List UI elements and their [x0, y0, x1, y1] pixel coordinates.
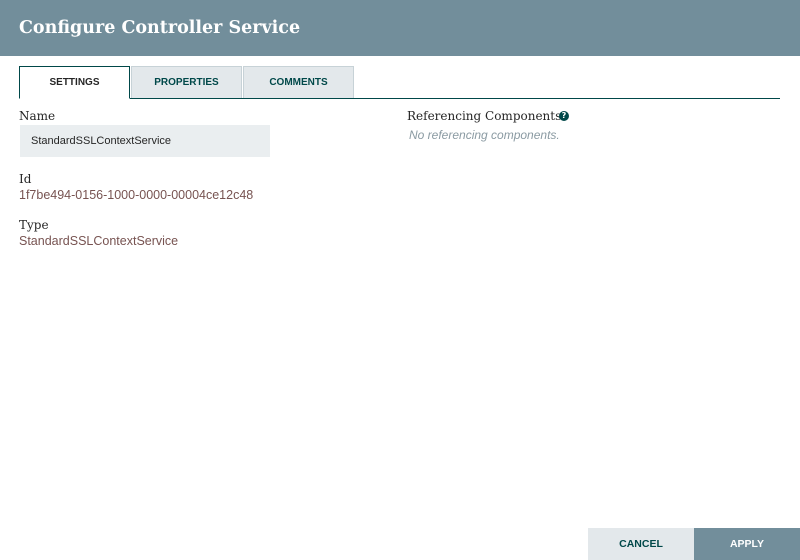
tab-settings[interactable]: SETTINGS — [19, 66, 130, 99]
id-label: Id — [19, 172, 32, 186]
name-label: Name — [19, 109, 56, 123]
dialog-header: Configure Controller Service — [0, 0, 800, 56]
name-input[interactable] — [20, 125, 270, 157]
no-referencing-components-text: No referencing components. — [409, 128, 560, 142]
apply-button[interactable]: APPLY — [694, 528, 800, 560]
cancel-button[interactable]: CANCEL — [588, 528, 694, 560]
type-value: StandardSSLContextService — [19, 234, 179, 248]
tab-comments[interactable]: COMMENTS — [243, 66, 354, 98]
tab-bar: SETTINGS PROPERTIES COMMENTS — [19, 66, 780, 99]
referencing-components-label: Referencing Components — [407, 109, 562, 123]
dialog-title: Configure Controller Service — [19, 18, 301, 38]
tab-underline — [19, 98, 780, 99]
id-value: 1f7be494-0156-1000-0000-00004ce12c48 — [19, 188, 254, 202]
tab-properties[interactable]: PROPERTIES — [131, 66, 242, 98]
type-label: Type — [19, 218, 49, 232]
question-circle-icon[interactable]: ? — [559, 111, 569, 121]
